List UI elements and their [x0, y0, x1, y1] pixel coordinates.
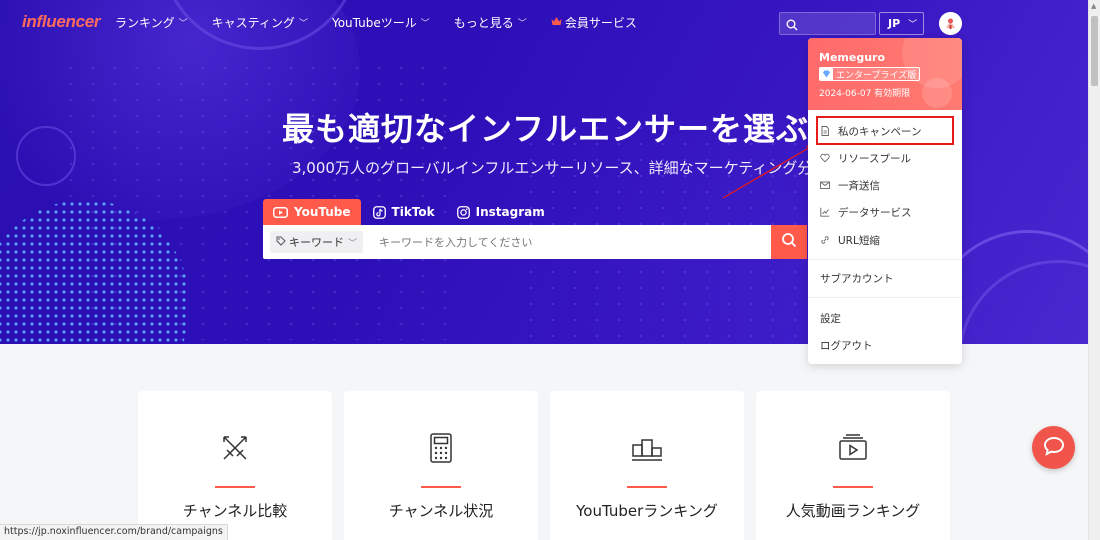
search-bar: キーワード ﹀ [263, 225, 807, 259]
plan-badge: エンタープライズ版 [819, 67, 921, 81]
nav-links: ランキング ﹀ キャスティング ﹀ YouTubeツール ﹀ もっと見る ﹀ 会… [115, 14, 661, 31]
menu-item-label: URL短縮 [838, 234, 880, 247]
search-icon [786, 16, 798, 31]
nav-label: 会員サービス [564, 16, 637, 30]
logo-text: influencer [22, 12, 101, 31]
mail-icon [820, 180, 830, 190]
platform-tabs: YouTube TikTok Instagram [263, 199, 557, 225]
menu-item-settings[interactable]: 設定 [808, 305, 962, 331]
nav-label: ランキング [115, 16, 175, 30]
nav-casting[interactable]: キャスティング ﹀ [212, 14, 308, 31]
menu-item-label: ログアウト [820, 339, 873, 352]
menu-item-label: データサービス [838, 206, 912, 219]
scrollbar-thumb[interactable] [1091, 16, 1098, 86]
search-input[interactable] [379, 235, 760, 249]
menu-item-url-shortener[interactable]: URL短縮 [808, 227, 962, 253]
plan-label: エンタープライズ版 [836, 70, 917, 81]
tag-icon [276, 236, 286, 249]
menu-divider [808, 297, 962, 298]
highlight-box [816, 116, 954, 145]
page-scrollbar[interactable]: ▲ [1088, 0, 1100, 540]
annotation-arrow [722, 143, 816, 199]
nav-label: もっと見る [453, 16, 514, 30]
link-icon [820, 235, 830, 245]
video-stack-icon [756, 433, 950, 461]
nav-youtube-tools[interactable]: YouTubeツール ﹀ [332, 14, 430, 31]
menu-item-label: リソースプール [838, 152, 911, 165]
header-decoration [922, 78, 952, 108]
crown-icon [551, 16, 562, 29]
chat-button[interactable] [1032, 426, 1075, 469]
card-youtuber-ranking[interactable]: YouTuberランキング [550, 391, 744, 540]
menu-item-label: サブアカウント [820, 272, 894, 285]
card-title: チャンネル状況 [388, 502, 494, 520]
diamond-icon [820, 68, 833, 80]
language-selector[interactable]: JP ﹀ [879, 12, 924, 35]
nav-member-services[interactable]: 会員サービス [551, 14, 637, 31]
scroll-up-icon[interactable]: ▲ [1091, 2, 1096, 10]
card-channel-compare[interactable]: チャンネル比較 [138, 391, 332, 540]
chat-icon [1043, 436, 1065, 460]
chevron-down-icon: ﹀ [178, 19, 188, 29]
crossed-swords-icon [138, 433, 332, 463]
podium-icon [550, 433, 744, 463]
youtube-icon [273, 206, 288, 218]
chevron-down-icon: ﹀ [517, 19, 527, 29]
card-title: チャンネル比較 [182, 502, 288, 520]
card-divider [627, 486, 667, 488]
nav-label: キャスティング [211, 16, 295, 30]
user-profile-header: Memeguro エンタープライズ版 2024-06-07 有効期限 [808, 38, 962, 110]
search-filter-label: キーワード [289, 236, 344, 249]
avatar-image [939, 12, 962, 35]
search-filter-dropdown[interactable]: キーワード ﹀ [270, 231, 364, 253]
language-label: JP [888, 17, 901, 30]
calculator-icon [344, 433, 538, 463]
nav-ranking[interactable]: ランキング ﹀ [115, 14, 188, 31]
chevron-down-icon: ﹀ [420, 19, 430, 29]
menu-item-sub-account[interactable]: サブアカウント [808, 265, 962, 291]
chevron-down-icon: ﹀ [348, 238, 358, 249]
nav-label: YouTubeツール [331, 16, 417, 30]
tiktok-icon [372, 205, 386, 219]
tab-youtube[interactable]: YouTube [263, 199, 361, 225]
user-avatar[interactable] [939, 12, 962, 35]
chevron-down-icon: ﹀ [908, 20, 918, 30]
menu-item-data-service[interactable]: データサービス [808, 199, 962, 225]
menu-item-logout[interactable]: ログアウト [808, 332, 962, 358]
chevron-down-icon: ﹀ [298, 19, 308, 29]
card-channel-status[interactable]: チャンネル状況 [344, 391, 538, 540]
status-bar-url: https://jp.noxinfluencer.com/brand/campa… [0, 524, 228, 540]
search-icon [781, 232, 797, 252]
card-divider [215, 486, 255, 488]
plan-expiry: 2024-06-07 有効期限 [819, 89, 911, 99]
user-dropdown-menu: Memeguro エンタープライズ版 2024-06-07 有効期限 私のキャン… [808, 38, 962, 364]
card-title: YouTuberランキング [576, 502, 718, 520]
header-search-input[interactable] [779, 12, 876, 35]
chart-icon [820, 207, 830, 217]
menu-divider [808, 259, 962, 260]
hero-ring [16, 126, 76, 186]
menu-item-label: 設定 [820, 312, 841, 325]
tab-label: Instagram [475, 205, 545, 219]
tab-label: YouTube [294, 205, 351, 219]
username: Memeguro [819, 51, 886, 64]
card-divider [833, 486, 873, 488]
tab-tiktok[interactable]: TikTok [363, 199, 445, 225]
nav-more[interactable]: もっと見る ﹀ [454, 14, 527, 31]
heart-icon [820, 153, 830, 163]
menu-item-label: 一斉送信 [838, 179, 880, 192]
card-popular-video-ranking[interactable]: 人気動画ランキング [756, 391, 950, 540]
menu-item-bulk-send[interactable]: 一斉送信 [808, 172, 962, 198]
feature-cards: チャンネル比較 チャンネル状況 YouTuberランキング 人気動画ランキング [138, 391, 950, 540]
card-divider [421, 486, 461, 488]
menu-item-resource-pool[interactable]: リソースプール [808, 145, 962, 171]
site-logo[interactable]: influencer [22, 12, 101, 32]
tab-label: TikTok [391, 205, 435, 219]
search-button[interactable] [771, 225, 807, 259]
card-title: 人気動画ランキング [785, 502, 921, 520]
instagram-icon [456, 205, 470, 219]
tab-instagram[interactable]: Instagram [447, 199, 555, 225]
